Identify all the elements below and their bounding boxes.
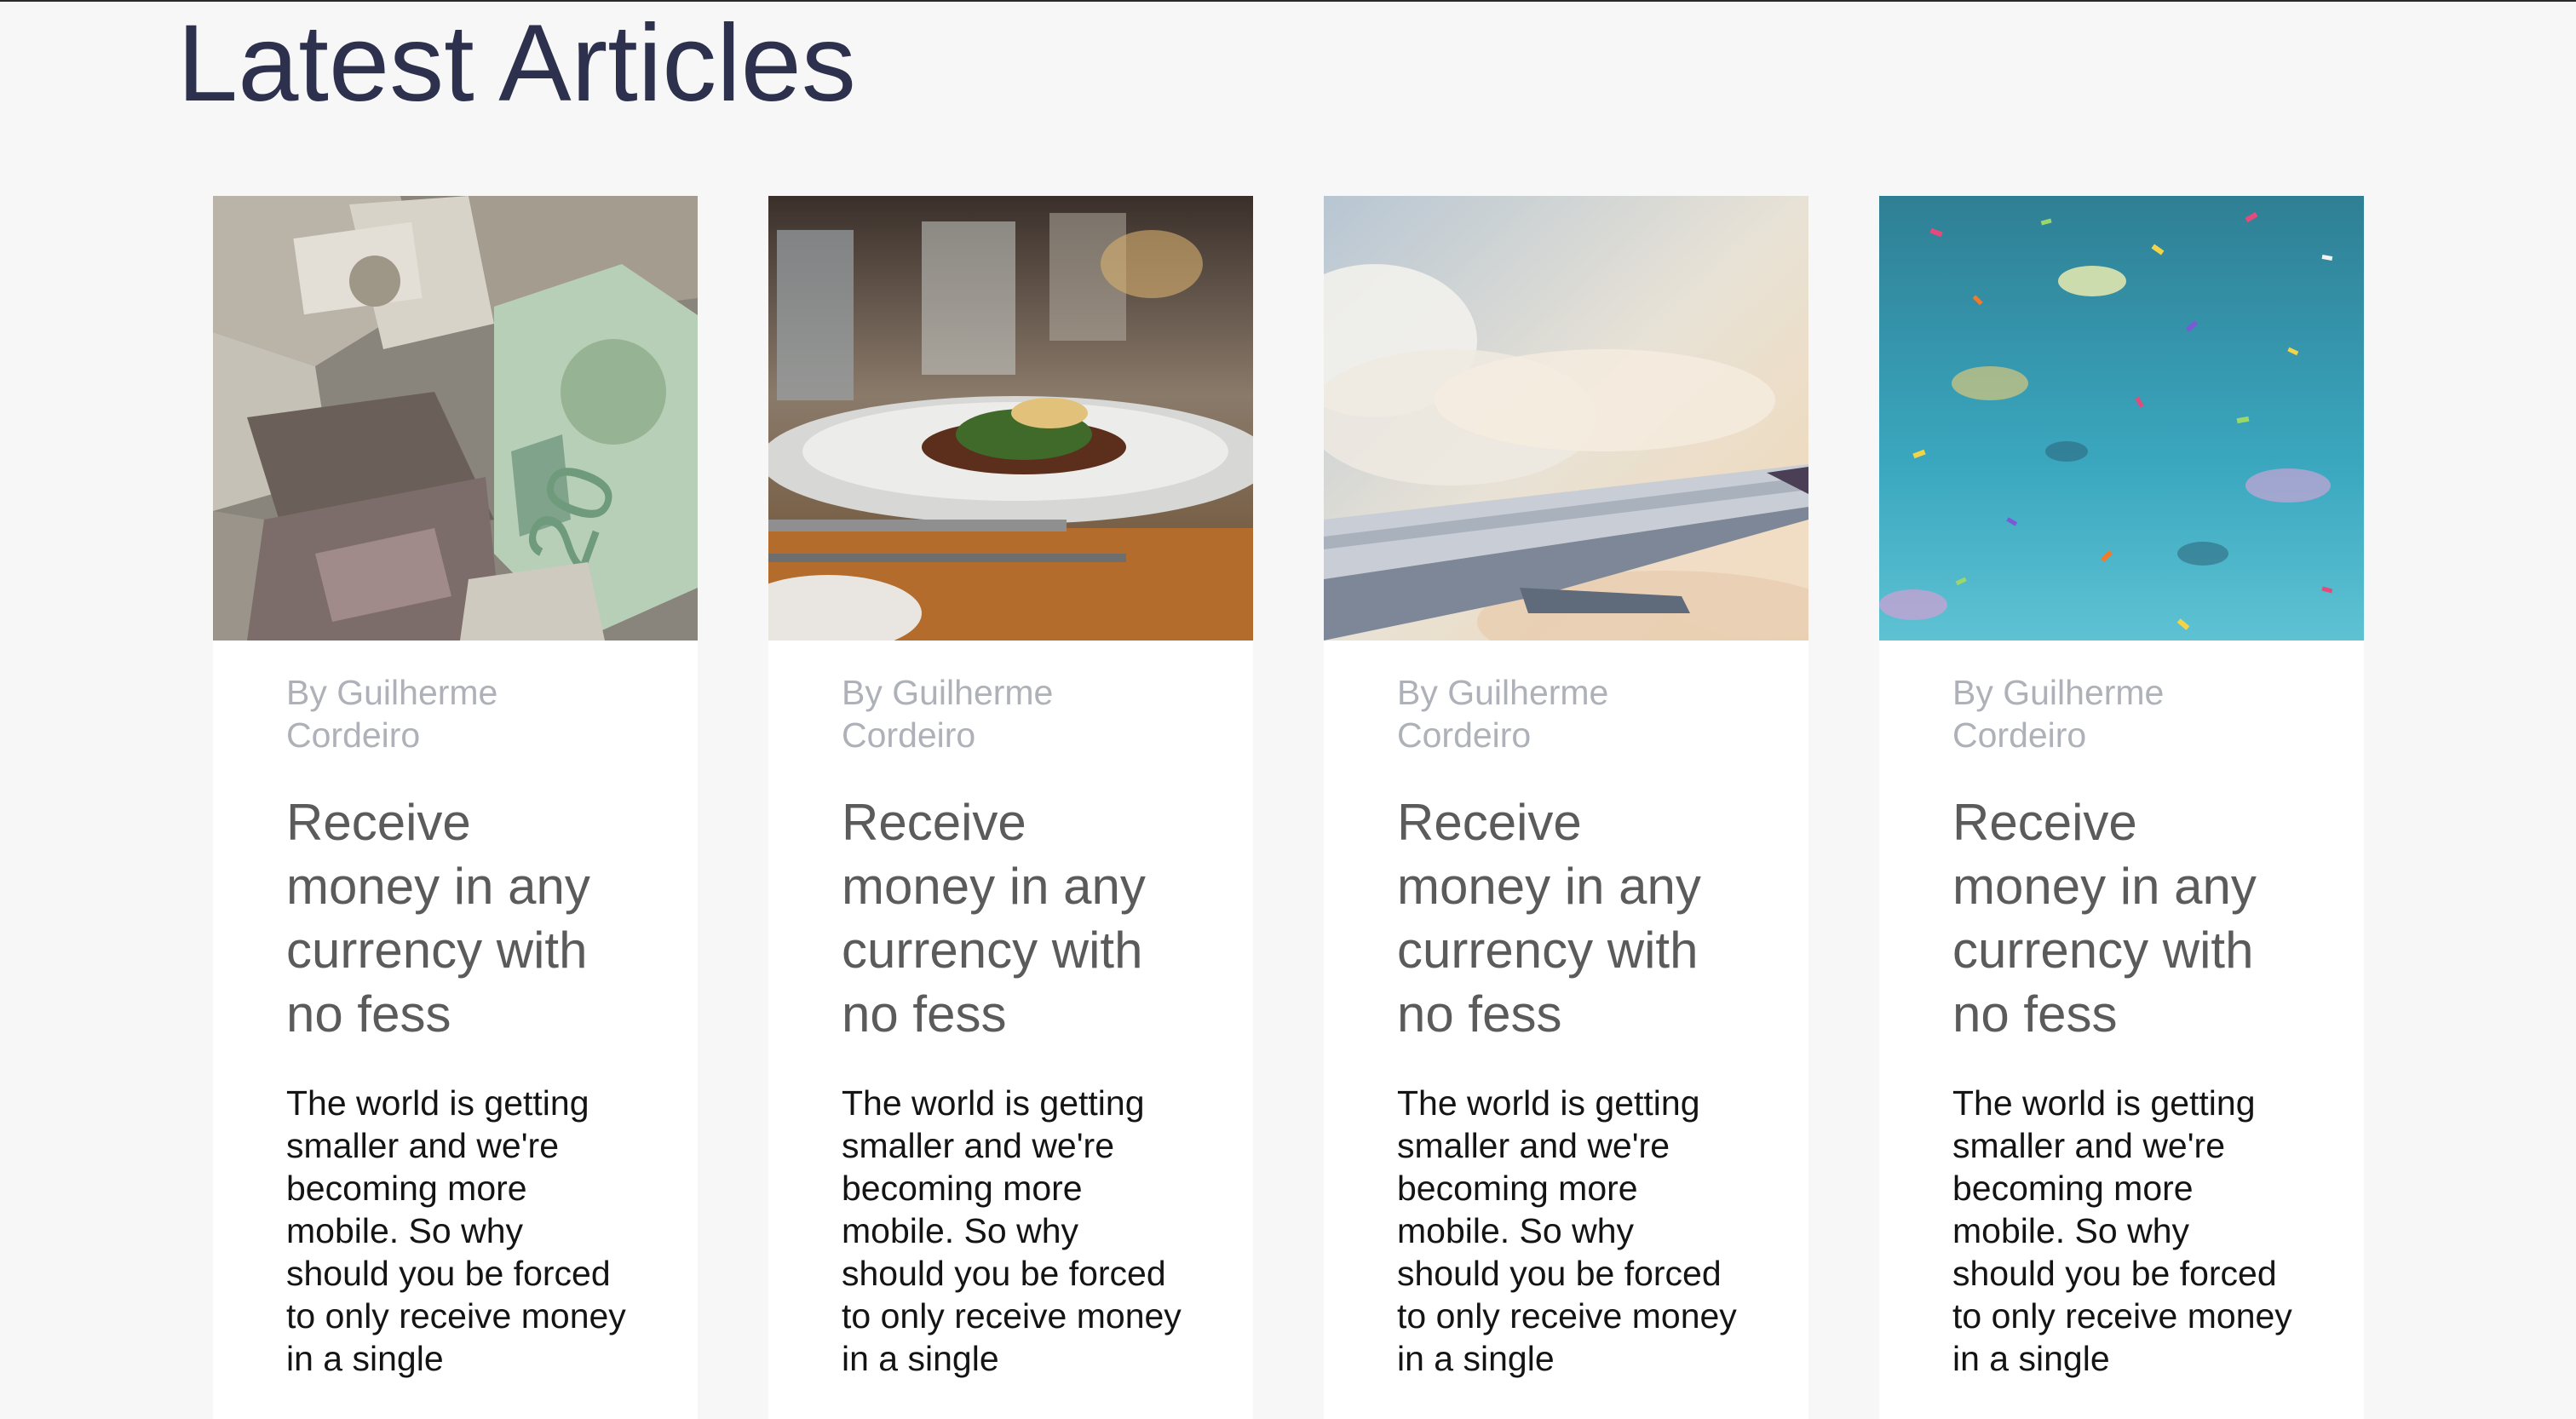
article-author: By Guilherme Cordeiro: [1952, 673, 2165, 755]
article-title[interactable]: Receive money in any currency with no fe…: [1952, 790, 2285, 1046]
article-card[interactable]: By Guilherme Cordeiro Receive money in a…: [1879, 196, 2364, 1419]
page-title: Latest Articles: [177, 3, 856, 124]
confetti-photo-icon: [1879, 196, 2364, 641]
article-excerpt: The world is getting smaller and we're b…: [1397, 1083, 1737, 1378]
article-title[interactable]: Receive money in any currency with no fe…: [1397, 790, 1729, 1046]
article-title[interactable]: Receive money in any currency with no fe…: [842, 790, 1174, 1046]
article-author: By Guilherme Cordeiro: [286, 673, 498, 755]
articles-grid: 20 By Guilherme Cordeiro Receive money i…: [213, 196, 2364, 1419]
article-card[interactable]: 20 By Guilherme Cordeiro Receive money i…: [213, 196, 698, 1419]
airplane-wing-photo-icon: [1324, 196, 1808, 641]
article-title[interactable]: Receive money in any currency with no fe…: [286, 790, 618, 1046]
article-excerpt: The world is getting smaller and we're b…: [842, 1083, 1182, 1378]
article-excerpt: The world is getting smaller and we're b…: [286, 1083, 626, 1378]
article-excerpt: The world is getting smaller and we're b…: [1952, 1083, 2292, 1378]
article-image-banknotes[interactable]: 20: [213, 196, 698, 641]
article-card[interactable]: By Guilherme Cordeiro Receive money in a…: [1324, 196, 1808, 1419]
article-image-restaurant[interactable]: [768, 196, 1253, 641]
banknotes-photo-icon: 20: [213, 196, 698, 641]
article-card[interactable]: By Guilherme Cordeiro Receive money in a…: [768, 196, 1253, 1419]
article-author: By Guilherme Cordeiro: [842, 673, 1054, 755]
article-image-airplane[interactable]: [1324, 196, 1808, 641]
restaurant-dish-photo-icon: [768, 196, 1253, 641]
article-author: By Guilherme Cordeiro: [1397, 673, 1609, 755]
article-image-confetti[interactable]: [1879, 196, 2364, 641]
